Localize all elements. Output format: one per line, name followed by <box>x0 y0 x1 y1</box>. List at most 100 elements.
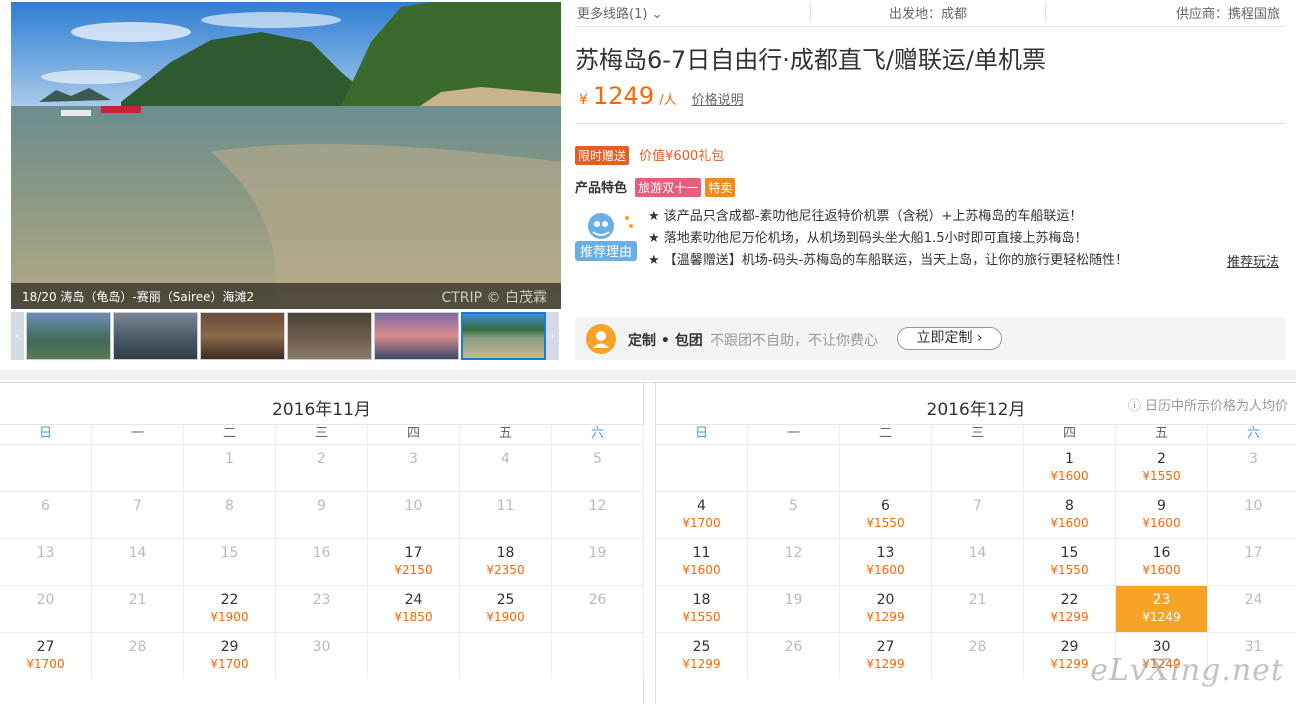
thumbnail[interactable] <box>287 312 372 360</box>
calendar-day-cell[interactable]: 22 ¥1299 <box>1024 585 1116 632</box>
calendar-day-cell[interactable]: 24 ¥1850 <box>368 585 460 632</box>
calendar-note: ⓘ 日历中所示价格为人均价 <box>1127 399 1288 414</box>
calendar-day-cell[interactable]: 18 ¥1550 <box>656 585 748 632</box>
weekday-label: 五 <box>1116 425 1208 444</box>
main-photo[interactable]: 18/20 涛岛（龟岛）-赛丽（Sairee）海滩2 CTRIP © 白茂霖 <box>11 2 561 309</box>
calendar-day-cell: 26 <box>748 632 840 679</box>
weekday-label: 一 <box>748 425 840 444</box>
thumbnail[interactable] <box>113 312 198 360</box>
custom-label: 定制 • 包团 <box>628 333 703 349</box>
day-price: ¥1900 <box>486 610 525 624</box>
calendar-grid: 1 2 3 4 5 6 7 8 9 10 11 12 13 14 15 16 17 ¥2150 18 ¥2350 19 2… <box>0 444 644 679</box>
calendar-day-cell: 12 <box>748 538 840 585</box>
day-number: 1 <box>1065 451 1074 467</box>
calendar-day-cell[interactable]: 1 ¥1600 <box>1024 444 1116 491</box>
day-number: 19 <box>784 592 803 608</box>
day-number: 20 <box>876 592 895 608</box>
day-price: ¥1249 <box>1142 610 1181 624</box>
day-number: 24 <box>404 592 423 608</box>
calendar-day-cell[interactable]: 11 ¥1600 <box>656 538 748 585</box>
day-number: 19 <box>588 545 607 561</box>
calendar-day-cell: 9 <box>276 491 368 538</box>
day-number: 8 <box>225 498 234 514</box>
day-number: 22 <box>1060 592 1079 608</box>
gift-tag: 限时赠送 <box>575 146 630 165</box>
day-number: 25 <box>692 639 711 655</box>
divider <box>575 123 1285 124</box>
calendar-day-cell[interactable]: 29 ¥1700 <box>184 632 276 679</box>
day-number: 14 <box>128 545 147 561</box>
calendar-day-cell: 19 <box>552 538 644 585</box>
price-unit: /人 <box>659 93 677 108</box>
weekday-header: 日一二三四五六 <box>0 424 644 444</box>
calendar-empty-cell <box>0 444 92 491</box>
weekday-label: 四 <box>368 425 460 444</box>
calendar-day-cell[interactable]: 9 ¥1600 <box>1116 491 1208 538</box>
calendar-day-cell[interactable]: 18 ¥2350 <box>460 538 552 585</box>
calendar-day-cell[interactable]: 17 ¥2150 <box>368 538 460 585</box>
day-number: 16 <box>312 545 331 561</box>
day-price: ¥1850 <box>394 610 433 624</box>
day-price: ¥1600 <box>1050 516 1089 530</box>
day-number: 22 <box>220 592 239 608</box>
feature-tag: 特卖 <box>705 178 736 197</box>
weekday-label: 五 <box>460 425 552 444</box>
day-number: 16 <box>1152 545 1171 561</box>
calendar-day-cell[interactable]: 25 ¥1299 <box>656 632 748 679</box>
price-row: ¥ 1249 /人 价格说明 <box>579 82 744 110</box>
day-number: 29 <box>220 639 239 655</box>
weekday-label: 四 <box>1024 425 1116 444</box>
calendar-day-cell: 3 <box>368 444 460 491</box>
recommend-play-link[interactable]: 推荐玩法 <box>1227 251 1279 270</box>
currency-symbol: ¥ <box>579 92 588 108</box>
calendar-empty-cell <box>748 444 840 491</box>
calendar-empty-cell <box>656 444 748 491</box>
weekday-label: 六 <box>1208 425 1296 444</box>
thumbnail[interactable] <box>374 312 459 360</box>
calendar-day-cell[interactable]: 15 ¥1550 <box>1024 538 1116 585</box>
day-number: 18 <box>496 545 515 561</box>
calendar-day-cell[interactable]: 22 ¥1900 <box>184 585 276 632</box>
day-price: ¥1299 <box>866 610 905 624</box>
thumbnail[interactable] <box>26 312 111 360</box>
calendar-day-cell: 4 <box>460 444 552 491</box>
photo-watermark: CTRIP © 白茂霖 <box>441 290 547 306</box>
day-number: 7 <box>973 498 982 514</box>
reason-item: ★ 【温馨赠送】机场-码头-苏梅岛的车船联运，当天上岛，让你的旅行更轻松随性！ <box>648 253 1129 268</box>
more-routes-dropdown[interactable]: 更多线路(1) ⌄ <box>577 3 662 22</box>
day-price: ¥1700 <box>210 657 249 671</box>
calendar-day-cell[interactable]: 4 ¥1700 <box>656 491 748 538</box>
thumb-next-button[interactable]: › <box>546 312 559 360</box>
calendar-day-cell: 23 <box>276 585 368 632</box>
recommend-reasons: ★ 该产品只含成都-素叻他尼往返特价机票（含税）+上苏梅岛的车船联运！ ★ 落地… <box>648 206 1128 272</box>
calendar-empty-cell <box>932 444 1024 491</box>
calendar-day-cell[interactable]: 13 ¥1600 <box>840 538 932 585</box>
calendar-day-cell[interactable]: 20 ¥1299 <box>840 585 932 632</box>
day-number: 13 <box>36 545 55 561</box>
calendar-day-cell[interactable]: 8 ¥1600 <box>1024 491 1116 538</box>
calendar-day-cell[interactable]: 23 ¥1249 <box>1116 585 1208 632</box>
day-price: ¥1299 <box>866 657 905 671</box>
calendar-day-cell[interactable]: 6 ¥1550 <box>840 491 932 538</box>
calendar-day-cell[interactable]: 2 ¥1550 <box>1116 444 1208 491</box>
calendar-day-cell[interactable]: 27 ¥1700 <box>0 632 92 679</box>
calendar-day-cell[interactable]: 27 ¥1299 <box>840 632 932 679</box>
thumbnail[interactable] <box>200 312 285 360</box>
calendar-empty-cell <box>552 632 644 679</box>
custom-tour-banner: 定制 • 包团 不跟团不自助，不让你费心 立即定制 › <box>575 318 1285 360</box>
day-number: 17 <box>1244 545 1263 561</box>
day-price: ¥1550 <box>866 516 905 530</box>
thumb-prev-button[interactable]: ‹ <box>11 312 24 360</box>
calendar-empty-cell <box>460 632 552 679</box>
calendar-day-cell: 28 <box>92 632 184 679</box>
calendar-day-cell: 19 <box>748 585 840 632</box>
month-title: 2016年11月 <box>272 400 371 420</box>
custom-now-button[interactable]: 立即定制 › <box>897 327 1002 350</box>
calendar-day-cell[interactable]: 16 ¥1600 <box>1116 538 1208 585</box>
thumbnail-active[interactable] <box>461 312 546 360</box>
beach-image <box>11 2 561 309</box>
price-explain-link[interactable]: 价格说明 <box>692 93 744 108</box>
thumbnail-strip: ‹ › <box>11 312 561 360</box>
calendar-day-cell[interactable]: 25 ¥1900 <box>460 585 552 632</box>
day-number: 26 <box>784 639 803 655</box>
